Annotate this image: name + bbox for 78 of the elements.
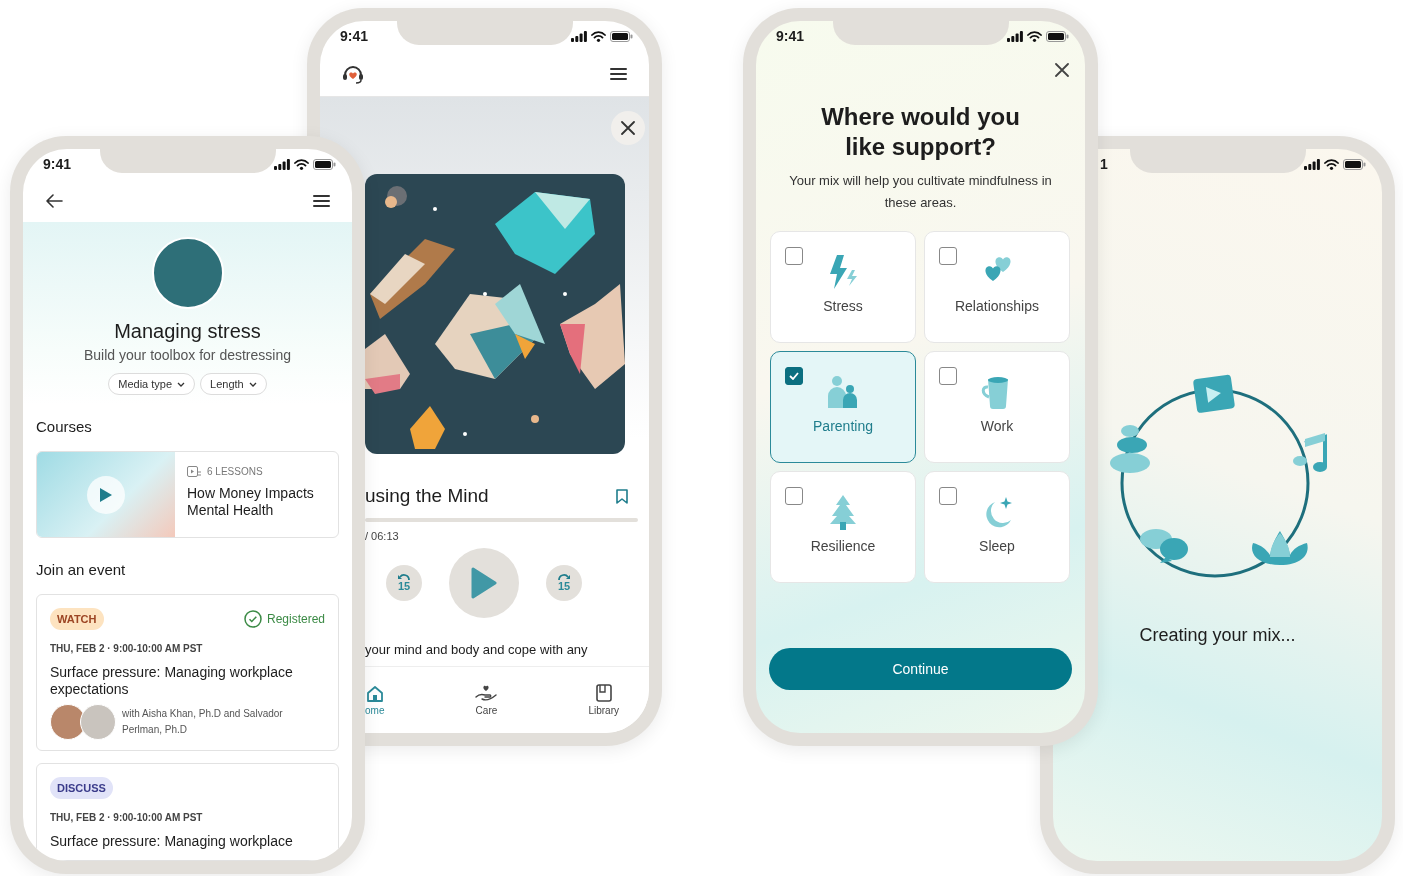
wifi-icon xyxy=(1027,30,1042,42)
bookmark-icon[interactable] xyxy=(616,488,628,504)
signal-icon xyxy=(1304,158,1320,170)
filter-dropdown[interactable]: Length xyxy=(200,373,267,395)
close-icon[interactable] xyxy=(621,121,635,135)
option-card[interactable]: Resilience xyxy=(770,471,916,583)
menu-icon[interactable] xyxy=(313,194,330,207)
lesson-count: 6 LESSONS xyxy=(207,466,263,477)
home-icon xyxy=(365,684,384,702)
wifi-icon xyxy=(591,30,606,42)
course-title: How Money Impacts Mental Health xyxy=(187,485,315,519)
checkbox[interactable] xyxy=(785,487,803,505)
check-icon xyxy=(789,372,799,380)
avatar xyxy=(80,704,116,740)
host-names: with Aisha Khan, Ph.D and Salvador Perlman, Ph.D xyxy=(122,707,284,737)
video-list-icon xyxy=(187,466,201,477)
battery-icon xyxy=(610,30,633,42)
event-tag: DISCUSS xyxy=(50,777,113,799)
signal-icon xyxy=(274,158,290,170)
status-time: 9:41 xyxy=(43,156,72,172)
continue-button[interactable]: Continue xyxy=(769,648,1072,690)
event-date: THU, FEB 2 · 9:00-10:00 AM PST xyxy=(50,812,204,823)
course-card[interactable]: 6 LESSONS How Money Impacts Mental Health xyxy=(36,451,339,538)
option-card[interactable]: Sleep xyxy=(924,471,1070,583)
duration-text: / 06:13 xyxy=(365,530,400,542)
headset-heart-icon[interactable] xyxy=(342,63,364,84)
topic-title: Managing stress xyxy=(114,319,261,343)
status-time: 1 xyxy=(1100,156,1108,172)
registration-status: Registered xyxy=(266,612,325,626)
book-icon xyxy=(595,684,612,702)
play-button[interactable] xyxy=(87,476,125,514)
tab-item[interactable]: Library xyxy=(588,684,619,716)
option-card[interactable]: Relationships xyxy=(924,231,1070,343)
checkbox[interactable] xyxy=(785,247,803,265)
battery-icon xyxy=(1046,30,1069,42)
section-heading: Join an event xyxy=(36,560,127,580)
event-date: THU, FEB 2 · 9:00-10:00 AM PST xyxy=(50,643,204,654)
tab-item[interactable]: Care xyxy=(475,684,498,716)
checkbox[interactable] xyxy=(939,487,957,505)
section-heading: Courses xyxy=(36,417,93,437)
status-time: 9:41 xyxy=(340,28,369,44)
back-arrow-icon[interactable] xyxy=(45,193,63,208)
play-icon xyxy=(99,487,113,503)
event-card[interactable]: DISCUSS THU, FEB 2 · 9:00-10:00 AM PST Surface pressure: Managing workplace xyxy=(36,763,339,861)
checkbox[interactable] xyxy=(785,367,803,385)
checkbox[interactable] xyxy=(939,367,957,385)
signal-icon xyxy=(571,30,587,42)
tab-item[interactable]: ome xyxy=(365,684,385,716)
topic-subtitle: Build your toolbox for destressing xyxy=(84,346,291,364)
checkbox[interactable] xyxy=(939,247,957,265)
filter-dropdown[interactable]: Media type xyxy=(108,373,196,395)
event-tag: WATCH xyxy=(50,608,104,630)
check-circle-icon xyxy=(243,610,262,628)
option-card[interactable]: Work xyxy=(924,351,1070,463)
question-title: Where would you like support? xyxy=(820,102,1021,162)
curved-arrow-icon xyxy=(557,574,571,581)
option-card[interactable]: Parenting xyxy=(770,351,916,463)
track-title: using the Mind xyxy=(365,484,489,508)
play-icon xyxy=(471,567,497,599)
question-subtitle: Your mix will help you cultivate mindfulness in these areas. xyxy=(788,172,1053,212)
event-title: Surface pressure: Managing workplace expectations xyxy=(50,664,294,698)
wifi-icon xyxy=(1324,158,1339,170)
close-button[interactable] xyxy=(611,111,645,145)
wifi-icon xyxy=(294,158,309,170)
hand-heart-icon xyxy=(475,684,498,702)
loading-message: Creating your mix... xyxy=(1139,625,1296,646)
status-time: 9:41 xyxy=(776,28,805,44)
chevron-icon xyxy=(177,381,186,387)
description-text: your mind and body and cope with any xyxy=(365,642,589,658)
curved-arrow-icon xyxy=(397,574,411,581)
battery-icon xyxy=(313,158,336,170)
battery-icon xyxy=(1343,158,1366,170)
signal-icon xyxy=(1007,30,1023,42)
event-title: Surface pressure: Managing workplace xyxy=(50,833,294,850)
option-card[interactable]: Stress xyxy=(770,231,916,343)
menu-icon[interactable] xyxy=(610,67,627,80)
event-card[interactable]: WATCH Registered THU, FEB 2 · 9:00-10:00 AM PST Surface pressure: Managing workplace expectations with Aisha Khan, Ph.D and Salvador Perlman, Ph.D xyxy=(36,594,339,751)
chevron-icon xyxy=(248,381,257,387)
